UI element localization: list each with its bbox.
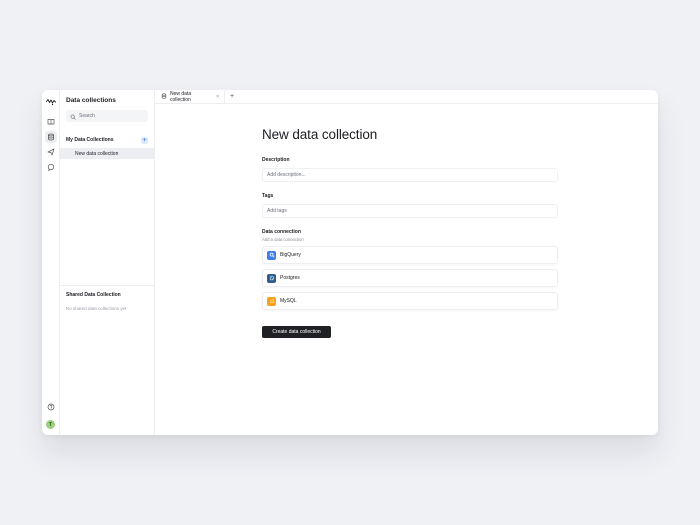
data-connection-label: Data connection [262, 229, 301, 235]
add-collection-button[interactable]: + [141, 136, 148, 144]
description-label: Description [262, 157, 290, 163]
tab-label: New data collection [170, 90, 192, 103]
shared-section: Shared Data Collection No shared data co… [60, 285, 154, 311]
form-content: New data collection Description Tags Dat… [262, 127, 558, 338]
book-icon[interactable] [45, 116, 57, 128]
postgres-icon [267, 273, 276, 283]
tags-field[interactable] [262, 204, 558, 218]
sidebar-item-new-data-collection[interactable]: New data collection [60, 148, 154, 159]
help-icon[interactable] [45, 401, 57, 413]
connection-list: BigQuery Postgres MySQL [262, 246, 558, 310]
shared-empty-text: No shared data collections yet [66, 306, 127, 311]
main-area: New data collection × + New data collect… [155, 90, 658, 435]
connection-name: Postgres [280, 275, 300, 281]
search-input[interactable] [79, 113, 139, 119]
sidebar: Data collections My Data Collections + N… [60, 90, 155, 435]
tab-new-data-collection[interactable]: New data collection × [155, 90, 225, 103]
my-collections-title: My Data Collections [66, 137, 114, 143]
connection-bigquery[interactable]: BigQuery [262, 246, 558, 264]
close-icon[interactable]: × [216, 94, 219, 100]
tab-bar: New data collection × + [155, 90, 658, 104]
description-field[interactable] [262, 168, 558, 182]
sidebar-item-label: New data collection [75, 150, 119, 157]
connection-name: BigQuery [280, 252, 301, 258]
connection-name: MySQL [280, 298, 297, 304]
shared-collections-title: Shared Data Collection [66, 292, 121, 298]
page-title: New data collection [262, 127, 378, 142]
chat-icon[interactable] [45, 161, 57, 173]
my-collections-header: My Data Collections + [60, 135, 154, 145]
create-data-collection-button[interactable]: Create data collection [262, 326, 331, 338]
connection-postgres[interactable]: Postgres [262, 269, 558, 287]
search-box[interactable] [66, 110, 148, 122]
data-connection-subtitle: Add a data connection [262, 237, 304, 242]
new-tab-button[interactable]: + [225, 90, 239, 103]
mysql-icon [267, 296, 276, 306]
database-icon [161, 92, 167, 101]
bigquery-icon [267, 250, 276, 260]
app-window: T Data collections My Data Collections +… [42, 90, 658, 435]
database-icon[interactable] [44, 131, 57, 143]
search-icon [70, 107, 76, 125]
tags-label: Tags [262, 193, 274, 199]
avatar[interactable]: T [46, 420, 55, 429]
icon-rail: T [42, 90, 60, 435]
connection-mysql[interactable]: MySQL [262, 292, 558, 310]
logo-icon[interactable] [45, 96, 57, 108]
share-icon[interactable] [45, 146, 57, 158]
